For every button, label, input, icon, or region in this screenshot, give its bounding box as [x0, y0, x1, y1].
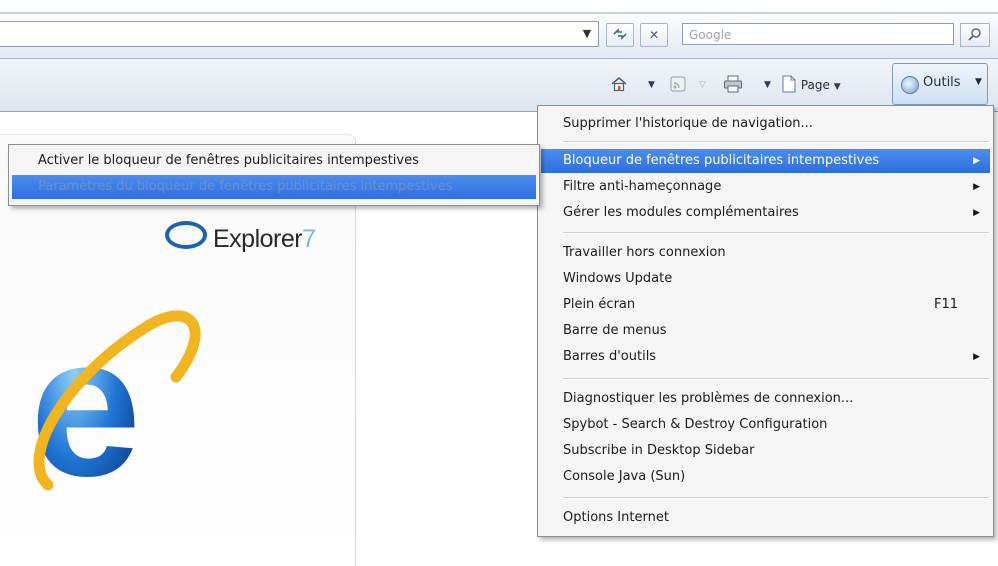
menu-item-label: Barres d'outils [563, 349, 657, 364]
search-icon [968, 28, 981, 41]
search-placeholder: Google [689, 28, 732, 42]
page-menu-button[interactable]: Page ▼ [781, 73, 841, 97]
menu-separator [563, 378, 989, 380]
submenu-item-label: Activer le bloqueur de fenêtres publicit… [38, 153, 419, 168]
submenu-item-label: Paramètres du bloqueur de fenêtres publi… [38, 179, 453, 194]
menu-item-desktop-sidebar[interactable]: Subscribe in Desktop Sidebar [541, 439, 990, 463]
print-icon [724, 75, 742, 93]
menu-item-label: Travailler hors connexion [563, 245, 726, 260]
address-dropdown-icon[interactable]: ▼ [578, 26, 596, 42]
home-icon [611, 77, 627, 92]
menu-item-label: Bloqueur de fenêtres publicitaires intem… [563, 153, 880, 168]
ie-brand-title: Explorer7 [165, 221, 316, 254]
print-button[interactable] [723, 73, 743, 97]
tools-dropdown-menu: Supprimer l'historique de navigation... … [537, 105, 994, 537]
stop-button[interactable]: ✕ [640, 23, 668, 47]
popup-blocker-submenu: Activer le bloqueur de fenêtres publicit… [8, 144, 540, 206]
page-menu-label: Page [800, 78, 830, 92]
refresh-button[interactable] [606, 23, 634, 47]
menu-item-delete-history[interactable]: Supprimer l'historique de navigation... [541, 112, 990, 136]
home-dropdown-icon[interactable]: ▼ [648, 73, 655, 97]
page-icon [782, 75, 796, 93]
submenu-arrow-icon: ▶ [973, 156, 980, 166]
menu-item-label: Windows Update [563, 271, 673, 286]
menu-item-label: Console Java (Sun) [563, 469, 686, 484]
menu-item-spybot[interactable]: Spybot - Search & Destroy Configuration [541, 413, 990, 437]
menu-separator [563, 232, 989, 234]
menu-item-full-screen[interactable]: Plein écran F11 [541, 293, 990, 317]
menu-item-java-console[interactable]: Console Java (Sun) [541, 465, 990, 489]
address-bar: ▼ ✕ Google [0, 14, 998, 59]
menu-separator [563, 497, 989, 499]
print-dropdown-icon[interactable]: ▼ [764, 73, 771, 97]
menu-item-label: Supprimer l'historique de navigation... [563, 116, 813, 131]
menu-item-label: Spybot - Search & Destroy Configuration [563, 417, 828, 432]
ie-brand-version: 7 [302, 225, 316, 253]
ie-mini-logo-icon [165, 221, 207, 249]
menu-item-label: Options Internet [563, 510, 669, 525]
menu-item-windows-update[interactable]: Windows Update [541, 267, 990, 291]
tools-gear-icon [901, 76, 919, 94]
home-button[interactable] [610, 73, 628, 97]
menu-item-internet-options[interactable]: Options Internet [541, 506, 990, 530]
menu-item-label: Plein écran [563, 297, 636, 312]
menu-item-label: Diagnostiquer les problèmes de connexion… [563, 391, 854, 406]
menu-item-label: Gérer les modules complémentaires [563, 205, 799, 220]
menu-item-menu-bar[interactable]: Barre de menus [541, 319, 990, 343]
stop-icon: ✕ [648, 28, 660, 42]
search-input[interactable]: Google [682, 23, 954, 45]
submenu-item-popup-blocker-settings[interactable]: Paramètres du bloqueur de fenêtres publi… [12, 175, 536, 199]
tools-menu-button[interactable]: Outils ▼ [892, 63, 988, 105]
menu-item-label: Subscribe in Desktop Sidebar [563, 443, 755, 458]
menu-item-diagnose-connection[interactable]: Diagnostiquer les problèmes de connexion… [541, 387, 990, 411]
address-input[interactable] [0, 21, 599, 47]
feeds-button[interactable] [670, 73, 686, 97]
ie-brand-name: Explorer [213, 225, 303, 253]
feeds-dropdown-icon[interactable]: ▽ [699, 73, 706, 97]
menu-item-popup-blocker[interactable]: Bloqueur de fenêtres publicitaires intem… [541, 149, 990, 173]
menu-item-label: Barre de menus [563, 323, 667, 338]
menu-item-work-offline[interactable]: Travailler hors connexion [541, 241, 990, 265]
menu-item-shortcut: F11 [933, 297, 958, 312]
ie-logo-icon: e [30, 307, 201, 507]
tools-dropdown-icon: ▼ [975, 77, 982, 87]
search-button[interactable] [960, 23, 990, 47]
refresh-icon [613, 28, 627, 40]
window-top-strip [0, 0, 998, 14]
tools-menu-label: Outils [923, 75, 961, 90]
menu-item-manage-addons[interactable]: Gérer les modules complémentaires ▶ [541, 201, 990, 225]
submenu-arrow-icon: ▶ [973, 182, 980, 192]
menu-item-label: Filtre anti-hameçonnage [563, 179, 722, 194]
menu-item-phishing-filter[interactable]: Filtre anti-hameçonnage ▶ [541, 175, 990, 199]
submenu-arrow-icon: ▶ [973, 352, 980, 362]
feeds-icon [670, 76, 686, 92]
menu-item-toolbars[interactable]: Barres d'outils ▶ [541, 345, 990, 369]
menu-separator [563, 141, 989, 143]
page-dropdown-icon: ▼ [833, 82, 841, 92]
submenu-item-enable-popup-blocker[interactable]: Activer le bloqueur de fenêtres publicit… [12, 149, 536, 173]
submenu-arrow-icon: ▶ [973, 208, 980, 218]
